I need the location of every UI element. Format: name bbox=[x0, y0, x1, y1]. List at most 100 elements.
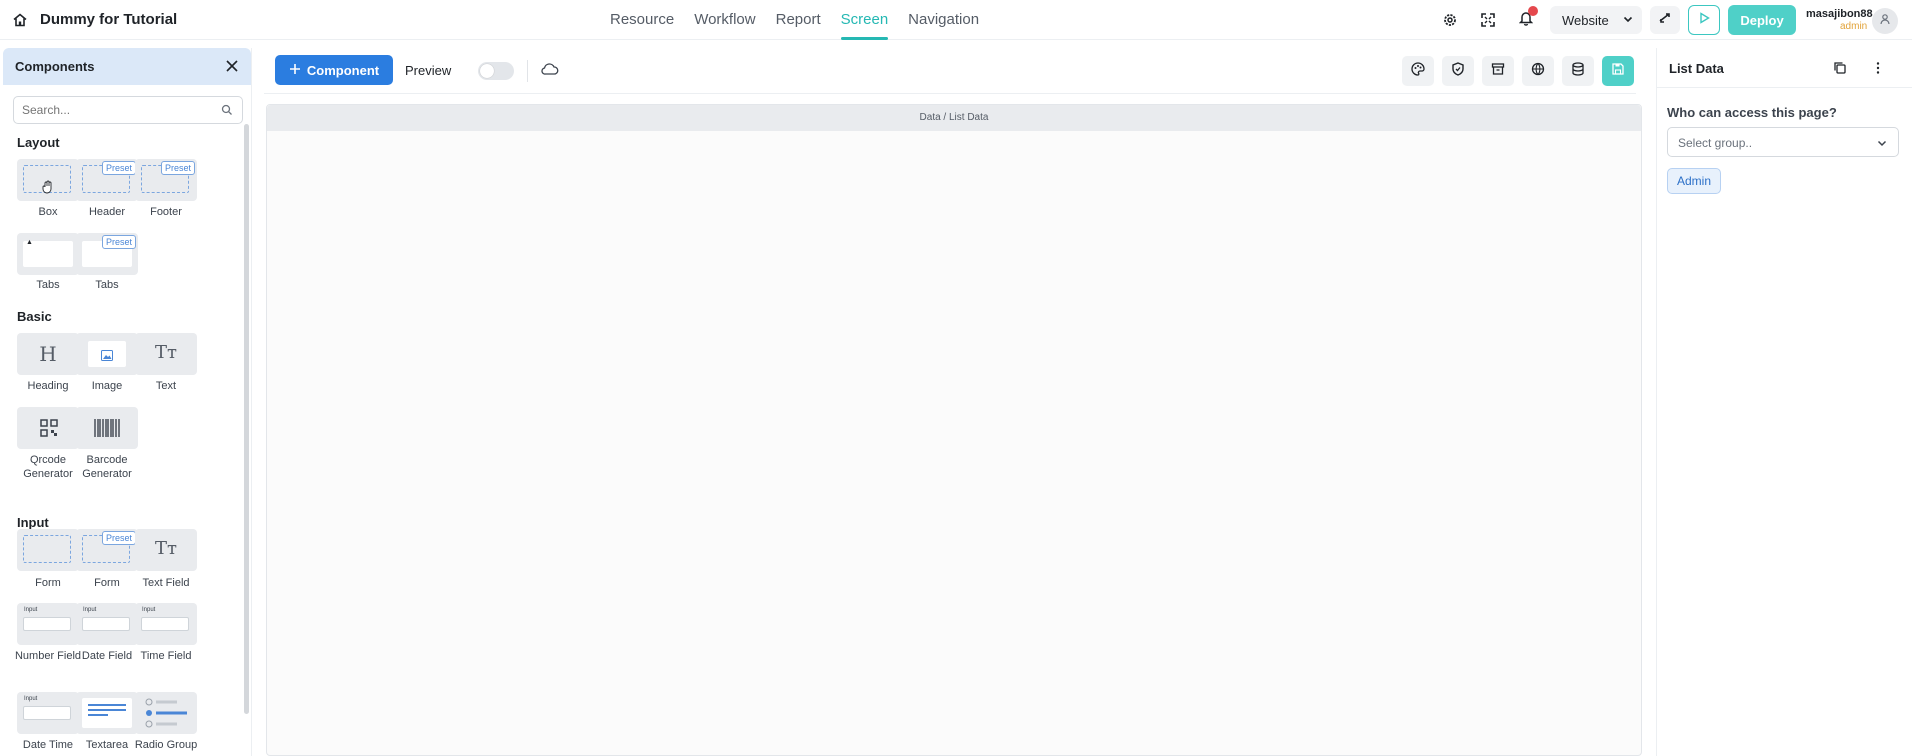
component-label-text-field: Text Field bbox=[142, 577, 190, 589]
fullscreen-icon[interactable] bbox=[1476, 8, 1500, 32]
component-label-text: Text bbox=[155, 380, 177, 392]
nav-workflow[interactable]: Workflow bbox=[694, 0, 755, 40]
nav-navigation[interactable]: Navigation bbox=[908, 0, 979, 40]
website-select[interactable]: Website bbox=[1550, 6, 1642, 34]
bell-icon[interactable] bbox=[1514, 6, 1538, 30]
group-select[interactable]: Select group.. bbox=[1667, 127, 1899, 157]
tab-marker: ▲ bbox=[26, 239, 33, 246]
preset-badge: Preset bbox=[101, 235, 136, 249]
user-icon bbox=[1879, 12, 1891, 30]
components-header: Components bbox=[3, 48, 251, 85]
scrollbar[interactable] bbox=[244, 124, 249, 714]
component-form[interactable] bbox=[17, 529, 79, 571]
swap-arrows-icon bbox=[1658, 11, 1672, 30]
cloud-icon[interactable] bbox=[541, 62, 559, 81]
component-text[interactable]: Tт bbox=[135, 333, 197, 375]
breadcrumb: Data / List Data bbox=[267, 105, 1641, 131]
preview-toggle[interactable] bbox=[478, 62, 514, 80]
nav-report[interactable]: Report bbox=[776, 0, 821, 40]
component-radio-group[interactable] bbox=[135, 692, 197, 734]
component-label-tabs-preset: Tabs bbox=[95, 279, 119, 291]
home-icon[interactable] bbox=[12, 12, 28, 28]
swap-button[interactable] bbox=[1650, 6, 1680, 34]
hand-cursor-icon bbox=[42, 180, 54, 199]
component-form-preset[interactable]: Preset bbox=[76, 529, 138, 571]
date-field-preview bbox=[82, 617, 130, 631]
components-panel: Components Layout Box Preset Header Pres… bbox=[3, 48, 252, 756]
close-icon[interactable] bbox=[225, 59, 239, 78]
user-role: admin bbox=[1840, 21, 1868, 32]
component-footer[interactable]: Preset bbox=[135, 159, 197, 201]
more-vertical-icon[interactable] bbox=[1871, 61, 1885, 80]
component-textarea[interactable] bbox=[76, 692, 138, 734]
component-tabs[interactable]: ▲ bbox=[17, 233, 79, 275]
component-date-time[interactable]: Input bbox=[17, 692, 79, 734]
page-title: List Data bbox=[1669, 61, 1724, 76]
avatar[interactable] bbox=[1872, 8, 1898, 34]
component-header[interactable]: Preset bbox=[76, 159, 138, 201]
component-heading[interactable]: H bbox=[17, 333, 79, 375]
security-button[interactable] bbox=[1442, 56, 1474, 86]
deploy-button[interactable]: Deploy bbox=[1728, 5, 1796, 35]
group-tag-admin[interactable]: Admin bbox=[1667, 168, 1722, 194]
image-icon bbox=[101, 348, 113, 366]
section-title-input: Input bbox=[17, 515, 49, 530]
palette-icon bbox=[1411, 61, 1425, 81]
settings-icon[interactable] bbox=[1438, 8, 1462, 32]
chevron-down-icon bbox=[1622, 13, 1634, 28]
access-label: Who can access this page? bbox=[1667, 105, 1837, 120]
archive-button[interactable] bbox=[1482, 56, 1514, 86]
save-icon bbox=[1611, 62, 1625, 81]
number-field-preview bbox=[23, 617, 71, 631]
qrcode-icon bbox=[40, 419, 58, 442]
components-title: Components bbox=[15, 59, 95, 74]
date-time-preview bbox=[23, 706, 71, 720]
search-icon bbox=[221, 103, 233, 121]
component-box[interactable] bbox=[17, 159, 79, 201]
component-number-field[interactable]: Input bbox=[17, 603, 79, 645]
barcode-icon bbox=[94, 419, 120, 442]
shield-icon bbox=[1451, 61, 1465, 81]
component-search-input[interactable] bbox=[13, 96, 243, 124]
toolbar-divider bbox=[527, 60, 528, 82]
language-button[interactable] bbox=[1522, 56, 1554, 86]
component-label-barcode: Barcode Generator bbox=[82, 454, 132, 480]
component-tabs-preset[interactable]: Preset bbox=[76, 233, 138, 275]
nav-screen[interactable]: Screen bbox=[840, 0, 888, 40]
nav-resource[interactable]: Resource bbox=[610, 0, 674, 40]
input-mini-label: Input bbox=[83, 607, 97, 613]
component-label-radio-group: Radio Group bbox=[134, 739, 198, 751]
canvas-toolbar: Component Preview bbox=[264, 48, 1636, 94]
top-bar: Dummy for Tutorial Resource Workflow Rep… bbox=[0, 0, 1912, 40]
theme-button[interactable] bbox=[1402, 56, 1434, 86]
add-component-label: Component bbox=[306, 62, 380, 78]
text-field-icon: Tт bbox=[155, 538, 177, 559]
notification-dot bbox=[1528, 6, 1538, 16]
textarea-lines-icon bbox=[88, 704, 126, 725]
heading-icon: H bbox=[39, 342, 57, 366]
radio-group-icon bbox=[145, 698, 189, 733]
component-barcode[interactable] bbox=[76, 407, 138, 449]
component-qrcode[interactable] bbox=[17, 407, 79, 449]
time-field-preview bbox=[141, 617, 189, 631]
copy-icon[interactable] bbox=[1833, 61, 1847, 80]
database-button[interactable] bbox=[1562, 56, 1594, 86]
input-mini-label: Input bbox=[24, 696, 38, 702]
main-nav: Resource Workflow Report Screen Navigati… bbox=[610, 0, 979, 40]
section-title-layout: Layout bbox=[17, 135, 60, 150]
component-image[interactable] bbox=[76, 333, 138, 375]
add-component-button[interactable]: Component bbox=[275, 55, 393, 85]
section-title-basic: Basic bbox=[17, 309, 52, 324]
component-text-field[interactable]: Tт bbox=[135, 529, 197, 571]
component-date-field[interactable]: Input bbox=[76, 603, 138, 645]
save-button[interactable] bbox=[1602, 56, 1634, 86]
design-canvas[interactable]: Data / List Data bbox=[266, 104, 1642, 756]
run-button[interactable] bbox=[1688, 5, 1720, 35]
group-select-placeholder: Select group.. bbox=[1678, 136, 1753, 150]
input-mini-label: Input bbox=[142, 607, 156, 613]
chevron-down-icon bbox=[1876, 137, 1888, 152]
component-time-field[interactable]: Input bbox=[135, 603, 197, 645]
form-preview bbox=[23, 535, 71, 563]
globe-icon bbox=[1531, 62, 1545, 81]
preset-badge: Preset bbox=[160, 161, 195, 175]
